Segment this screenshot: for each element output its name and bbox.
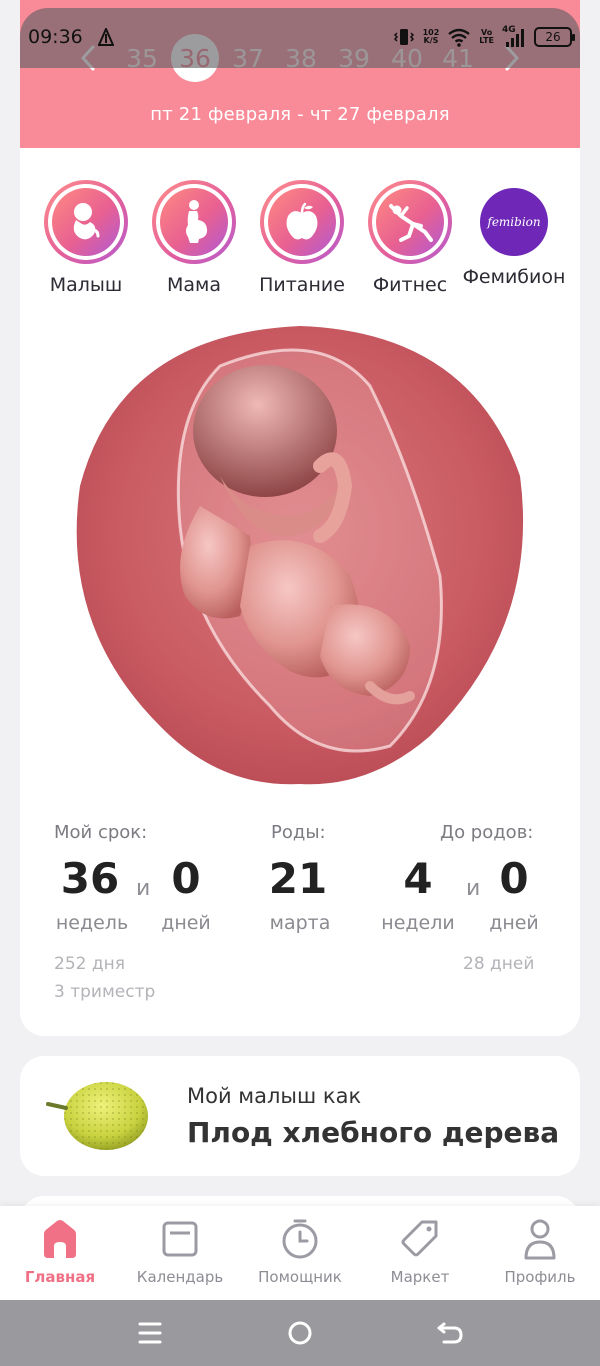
and-text: и: [136, 876, 151, 901]
until-label: До родов:: [440, 822, 534, 843]
until-weeks-value: 4: [403, 854, 433, 903]
term-days-unit: дней: [161, 912, 211, 934]
breadfruit-image: [46, 1082, 148, 1150]
home-icon: [44, 1220, 76, 1258]
timer-icon: [282, 1219, 318, 1259]
category-nutrition[interactable]: Питание: [248, 180, 356, 296]
category-mom[interactable]: Мама: [140, 180, 248, 296]
due-label: Роды:: [271, 822, 326, 843]
due-month: марта: [269, 912, 331, 934]
baby-icon: [73, 203, 100, 240]
trimester: 3 триместр: [54, 982, 156, 1002]
remaining-days: 28 дней: [463, 954, 535, 974]
nav-label: Календарь: [136, 1268, 224, 1286]
cell-signal: 4G: [502, 26, 526, 48]
system-nav-bar: [0, 1300, 600, 1366]
fruit-title: Плод хлебного дерева: [187, 1116, 560, 1149]
category-label: Малыш: [49, 274, 123, 296]
date-range: пт 21 февраля - чт 27 февраля: [150, 104, 450, 125]
wifi-icon: [448, 28, 471, 47]
net-speed: 102 K/S: [422, 28, 440, 45]
status-bar: 09:36 102 K/S Vo LTE 4G 26: [20, 8, 580, 68]
back-icon[interactable]: [430, 1316, 470, 1350]
nav-market[interactable]: Маркет: [360, 1206, 480, 1300]
term-label: Мой срок:: [54, 822, 148, 843]
fetus-illustration: [76, 326, 524, 785]
calendar-icon: [162, 1221, 198, 1257]
until-days-unit: дней: [489, 912, 539, 934]
until-weeks-unit: недели: [381, 912, 455, 934]
nav-label: Профиль: [504, 1268, 576, 1286]
category-label: Питание: [259, 274, 345, 296]
category-label: Фитнес: [372, 274, 448, 296]
vibrate-icon: [393, 29, 414, 45]
main-card: Малыш Мама Питание Фитнес femibion Фемиб…: [20, 148, 580, 1036]
category-fitness[interactable]: Фитнес: [356, 180, 464, 296]
status-time: 09:36: [28, 26, 83, 48]
nav-label: Маркет: [390, 1268, 450, 1286]
notification-icon: [98, 28, 114, 46]
nav-label: Главная: [24, 1268, 96, 1286]
fruit-subtitle: Мой малыш как: [187, 1084, 362, 1108]
femibion-logo: femibion: [480, 188, 548, 256]
category-label: Фемибион: [462, 266, 566, 288]
fitness-icon: [389, 204, 433, 242]
until-days-value: 0: [499, 854, 529, 903]
nav-label: Помощник: [258, 1268, 342, 1286]
term-weeks-unit: недель: [55, 912, 129, 934]
home-circle-icon[interactable]: [280, 1316, 320, 1350]
signal-bars-icon: [506, 29, 524, 47]
nav-profile[interactable]: Профиль: [480, 1206, 600, 1300]
nav-home[interactable]: Главная: [0, 1206, 120, 1300]
and-text: и: [466, 876, 481, 901]
term-days-value: 0: [171, 854, 201, 903]
due-day: 21: [268, 854, 328, 903]
status-icons: 102 K/S Vo LTE 4G 26: [393, 22, 575, 52]
volte-indicator: Vo LTE: [479, 28, 494, 45]
apple-icon: [286, 202, 318, 240]
profile-icon: [524, 1219, 556, 1260]
nav-assistant[interactable]: Помощник: [240, 1206, 360, 1300]
term-weeks-value: 36: [60, 854, 120, 903]
pregnant-woman-icon: [186, 200, 208, 243]
nav-calendar[interactable]: Календарь: [120, 1206, 240, 1300]
bottom-nav: Главная Календарь Помощник Маркет Профил…: [0, 1206, 600, 1300]
battery-indicator: 26: [534, 27, 575, 47]
category-femibion[interactable]: femibion Фемибион: [460, 180, 568, 288]
tag-icon: [401, 1220, 438, 1257]
menu-icon[interactable]: [130, 1316, 170, 1350]
total-days: 252 дня: [54, 954, 125, 974]
category-label: Мама: [166, 274, 221, 296]
fruit-size-card[interactable]: Мой малыш как Плод хлебного дерева: [20, 1056, 580, 1176]
category-baby[interactable]: Малыш: [32, 180, 140, 296]
